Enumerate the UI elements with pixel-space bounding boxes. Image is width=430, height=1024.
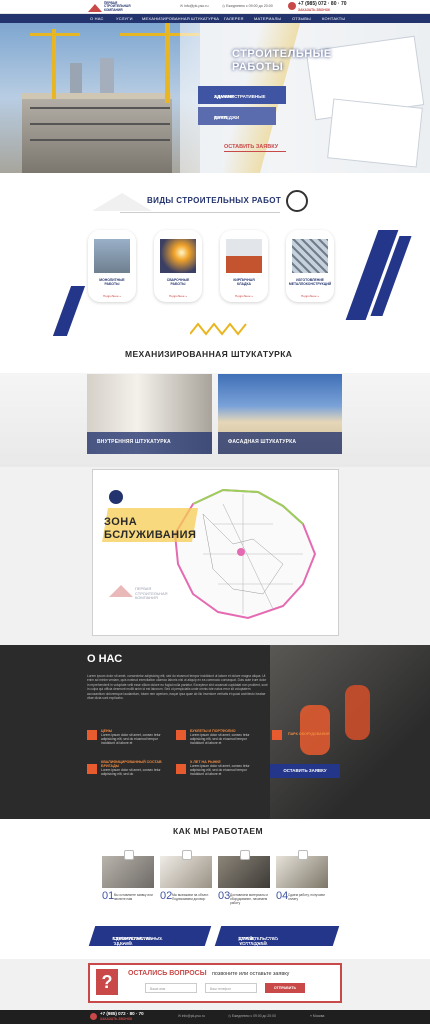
header-email[interactable]: ✉ info@pk-pso.ru	[180, 4, 208, 8]
price-icon	[87, 730, 97, 740]
hero-title: СТРОИТЕЛЬНЫЕ РАБОТЫ	[232, 48, 332, 73]
step-number: 03	[218, 890, 231, 902]
plaster-title: МЕХАНИЗИРОВАННАЯ ШТУКАТУРКА	[125, 349, 293, 359]
step-text: Вы оставляете заявку или звоните нам	[114, 893, 153, 901]
service-card-monolith[interactable]: МОНОЛИТНЫЕ РАБОТЫ Подробнее »	[88, 230, 136, 302]
step-4	[276, 850, 328, 888]
question-subtitle: позвоните или оставьте заявку	[212, 971, 290, 977]
about-title: О НАС	[87, 653, 123, 665]
build-admin-button[interactable]: СТРОИТЕЛЬСТВО АДМИНИСТРАТИВНЫХ ЗДАНИЙ	[88, 926, 212, 946]
about-request-button[interactable]: ОСТАВИТЬ ЗАЯВКУ	[270, 764, 340, 778]
about-text: Lorem ipsum dolor sit amet, consectetur …	[87, 674, 268, 701]
header-callback-link[interactable]: ЗАКАЗАТЬ ЗВОНОК	[298, 8, 330, 12]
nav-item-contacts[interactable]: КОНТАКТЫ	[322, 16, 345, 21]
footer-hours: ◷ Ежедневно с 09:00 до 20:00	[228, 1014, 276, 1018]
phone-icon	[124, 850, 134, 860]
build-cottages-button[interactable]: СТРОИТЕЛЬСТВО ДАЧЕЙ, КОТТЕДЖЕЙ	[214, 926, 340, 946]
worker-icon	[109, 490, 123, 504]
header-hours: ◷ Ежедневно с 09:00 до 20:00	[222, 4, 273, 8]
question-icon: ?	[96, 969, 118, 995]
footer-email[interactable]: ✉ info@pk-pso.ru	[178, 1014, 205, 1018]
hero-link-underline	[224, 151, 286, 152]
handshake-icon	[298, 850, 308, 860]
monolith-photo	[94, 239, 130, 273]
feature-price: ЦЕНЫ Lorem ipsum dolor sit amet, consec t…	[101, 729, 161, 746]
step-text: Мы выезжаем на объект. Подписываем догов…	[172, 893, 209, 901]
welding-photo	[160, 239, 196, 273]
nav-item-plaster[interactable]: МЕХАНИЗИРОВАННАЯ ШТУКАТУРКА	[142, 16, 219, 21]
brickwork-photo	[226, 239, 262, 273]
feature-booklets: БУКЛЕТЫ И ПОРТФОЛИО Lorem ipsum dolor sit…	[190, 729, 250, 746]
how-title: КАК МЫ РАБОТАЕМ	[173, 826, 263, 836]
zigzag-decoration	[190, 322, 247, 336]
step-number: 01	[102, 890, 115, 902]
years-icon	[176, 764, 186, 774]
watermark-logo: ПЕРВАЯ СТРОИТЕЛЬНАЯ КОМПАНИЯ	[135, 586, 168, 601]
more-link[interactable]: Подробнее »	[220, 294, 268, 298]
phone-icon	[288, 2, 296, 10]
team-icon	[87, 764, 97, 774]
nav-item-about[interactable]: О НАС	[90, 16, 104, 21]
more-link[interactable]: Подробнее »	[88, 294, 136, 298]
equipment-icon	[272, 730, 282, 740]
inner-plaster-card[interactable]: ВНУТРЕННЯЯ ШТУКАТУРКА	[87, 374, 212, 454]
footer	[0, 1010, 430, 1024]
footer-phone[interactable]: +7 (985) 072 · 80 · 70	[100, 1011, 144, 1016]
facade-plaster-card[interactable]: ФАСАДНАЯ ШТУКАТУРКА	[218, 374, 342, 454]
booklet-icon	[176, 730, 186, 740]
service-card-brickwork[interactable]: КИРПИЧНАЯ КЛАДКА Подробнее »	[220, 230, 268, 302]
services-title: ВИДЫ СТРОИТЕЛЬНЫХ РАБОТ	[147, 196, 282, 205]
logo[interactable]: ПЕРВАЯ СТРОИТЕЛЬНАЯ КОМПАНИЯ	[88, 1, 168, 13]
metal-photo	[292, 239, 328, 273]
service-card-metal[interactable]: ИЗГОТОВЛЕНИЕ МЕТАЛЛОКОНСТРУКЦИЙ Подробнее…	[286, 230, 334, 302]
truck-icon	[182, 850, 192, 860]
header-phone[interactable]: +7 (985) 072 · 80 · 70	[298, 1, 347, 7]
more-link[interactable]: Подробнее »	[154, 294, 202, 298]
step-text: Доставляем материалы и оборудование, нач…	[230, 893, 269, 905]
step-1	[102, 850, 154, 888]
step-number: 02	[160, 890, 173, 902]
feature-team: КВАЛИФИЦИРОВАННЫЙ СОСТАВ БРИГАДЫ Lorem ip…	[101, 760, 162, 777]
header	[0, 0, 430, 14]
construction-photo	[0, 23, 200, 173]
footer-phone-icon	[90, 1013, 97, 1020]
logo-icon	[88, 4, 102, 12]
admin-buildings-button[interactable]: АДМИНИСТРАТИВНЫЕ ЗДАНИЯ	[198, 86, 286, 104]
main-nav: О НАС УСЛУГИ МЕХАНИЗИРОВАННАЯ ШТУКАТУРКА…	[0, 14, 430, 23]
watermark-logo-icon	[109, 585, 133, 597]
tape-measure-icon	[286, 190, 308, 212]
footer-callback-link[interactable]: ЗАКАЗАТЬ ЗВОНОК	[100, 1017, 132, 1021]
send-button[interactable]: ОТПРАВИТЬ	[265, 983, 305, 993]
nav-item-services[interactable]: УСЛУГИ	[116, 16, 133, 21]
phone-input[interactable]: Ваш телефон	[205, 983, 257, 993]
step-3	[218, 850, 270, 888]
nav-item-materials[interactable]: МАТЕРИАЛЫ	[254, 16, 281, 21]
name-input[interactable]: Ваше имя	[145, 983, 197, 993]
feature-years: X ЛЕТ НА РЫНКЕ Lorem ipsum dolor sit amet…	[190, 760, 250, 777]
moscow-region-map	[173, 488, 317, 620]
nav-item-reviews[interactable]: ОТЗЫВЫ	[292, 16, 311, 21]
step-2	[160, 850, 212, 888]
nav-item-gallery[interactable]: ГАЛЕРЕЯ	[224, 16, 244, 21]
step-number: 04	[276, 890, 289, 902]
divider	[120, 212, 280, 213]
feature-equipment: ПАРК ОБОРУДОВАНИЯ	[288, 732, 330, 736]
footer-city: ⌖ Москва	[310, 1014, 325, 1018]
cottages-button[interactable]: ДАЧИ, КОТТЕДЖИ	[198, 107, 276, 125]
service-card-welding[interactable]: СВАРОЧНЫЕ РАБОТЫ Подробнее »	[154, 230, 202, 302]
tools-icon	[240, 850, 250, 860]
hero-request-link[interactable]: ОСТАВИТЬ ЗАЯВКУ	[224, 144, 278, 150]
zone-title: ЗОНА БСЛУЖИВАНИЯ	[104, 516, 197, 541]
step-text: Сдаем работу, получаем оплату	[288, 893, 325, 901]
question-title: ОСТАЛИСЬ ВОПРОСЫ	[128, 970, 207, 977]
service-zone-map: ПЕРВАЯ СТРОИТЕЛЬНАЯ КОМПАНИЯ	[92, 469, 339, 636]
more-link[interactable]: Подробнее »	[286, 294, 334, 298]
